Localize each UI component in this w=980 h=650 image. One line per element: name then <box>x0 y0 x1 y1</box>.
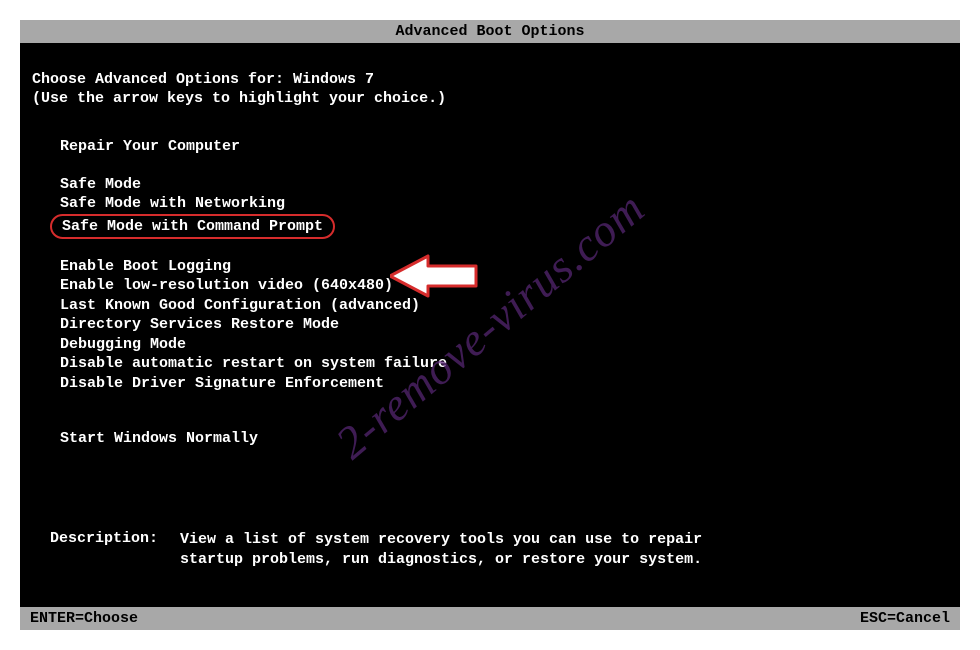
option-dsrm[interactable]: Directory Services Restore Mode <box>32 315 948 335</box>
footer-bar: ENTER=Choose ESC=Cancel <box>20 607 960 630</box>
os-name: Windows 7 <box>293 71 374 88</box>
prompt-line: Choose Advanced Options for: Windows 7 <box>32 71 948 88</box>
option-repair[interactable]: Repair Your Computer <box>32 137 948 157</box>
option-last-known-good[interactable]: Last Known Good Configuration (advanced) <box>32 296 948 316</box>
footer-enter: ENTER=Choose <box>30 610 138 627</box>
footer-esc: ESC=Cancel <box>860 610 950 627</box>
highlight-ring: Safe Mode with Command Prompt <box>50 214 335 239</box>
option-debugging[interactable]: Debugging Mode <box>32 335 948 355</box>
hint-line: (Use the arrow keys to highlight your ch… <box>32 90 948 107</box>
option-disable-auto-restart[interactable]: Disable automatic restart on system fail… <box>32 354 948 374</box>
page-title: Advanced Boot Options <box>395 23 584 40</box>
option-disable-driver-sig[interactable]: Disable Driver Signature Enforcement <box>32 374 948 394</box>
option-safe-mode-cmd-highlighted[interactable]: Safe Mode with Command Prompt <box>32 214 948 239</box>
option-safe-mode-networking[interactable]: Safe Mode with Networking <box>32 194 948 214</box>
option-boot-logging[interactable]: Enable Boot Logging <box>32 257 948 277</box>
boot-screen: Advanced Boot Options Choose Advanced Op… <box>20 20 960 630</box>
option-low-res-video[interactable]: Enable low-resolution video (640x480) <box>32 276 948 296</box>
title-bar: Advanced Boot Options <box>20 20 960 43</box>
option-start-normally[interactable]: Start Windows Normally <box>32 429 948 449</box>
option-safe-mode-cmd-label: Safe Mode with Command Prompt <box>62 218 323 235</box>
description-text: View a list of system recovery tools you… <box>180 530 740 571</box>
prompt-prefix: Choose Advanced Options for: <box>32 71 293 88</box>
description-block: Description: View a list of system recov… <box>50 530 740 571</box>
option-safe-mode[interactable]: Safe Mode <box>32 175 948 195</box>
description-label: Description: <box>50 530 180 571</box>
content-area: Choose Advanced Options for: Windows 7 (… <box>20 43 960 449</box>
